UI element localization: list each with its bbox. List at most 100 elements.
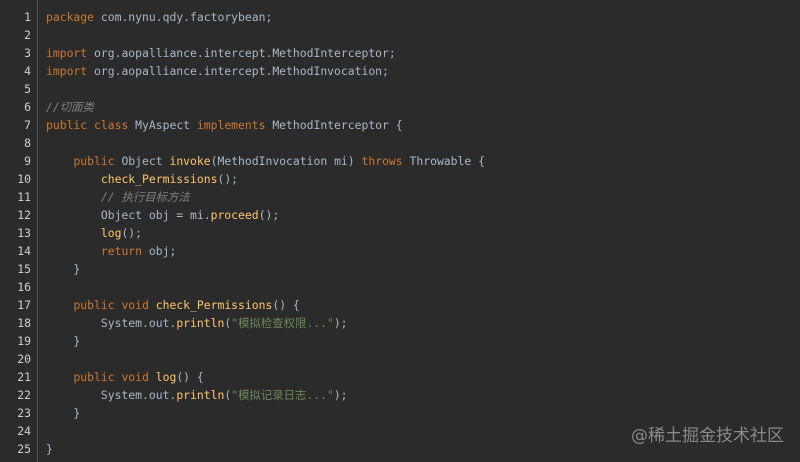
code-token: ); xyxy=(333,388,348,402)
line-number: 22 xyxy=(17,388,31,402)
code-token: (); xyxy=(258,208,280,222)
code-text: log(); xyxy=(46,224,142,242)
code-line[interactable]: 14 return obj; xyxy=(0,242,800,260)
code-text: check_Permissions(); xyxy=(46,170,238,188)
code-editor[interactable]: 1 package com.nynu.qdy.factorybean; 2 3 impo… xyxy=(0,0,800,462)
code-token: () { xyxy=(272,298,300,312)
line-number: 11 xyxy=(17,190,31,204)
code-area[interactable]: 1 package com.nynu.qdy.factorybean; 2 3 impo… xyxy=(0,8,800,458)
code-token: Throwable { xyxy=(402,154,485,168)
code-line[interactable]: 17 public void check_Permissions() { xyxy=(0,296,800,314)
code-text: // 执行目标方法 xyxy=(46,188,190,206)
code-token: "模拟检查权限..." xyxy=(231,316,334,330)
code-line[interactable]: 10 check_Permissions(); xyxy=(0,170,800,188)
code-line[interactable]: 11 // 执行目标方法 xyxy=(0,188,800,206)
code-line[interactable]: 23 } xyxy=(0,404,800,422)
code-text: } xyxy=(46,404,80,422)
code-token: System.out. xyxy=(46,388,177,402)
line-number: 21 xyxy=(17,370,31,384)
code-line[interactable]: 22 System.out.println("模拟记录日志..."); xyxy=(0,386,800,404)
code-token: public xyxy=(46,118,88,132)
code-token: } xyxy=(46,442,53,456)
code-text: return obj; xyxy=(46,242,176,260)
code-line[interactable]: 15 } xyxy=(0,260,800,278)
code-token: } xyxy=(46,262,81,276)
code-token: import xyxy=(46,64,88,78)
line-number: 12 xyxy=(17,208,31,222)
line-number: 5 xyxy=(24,82,31,96)
line-number: 9 xyxy=(24,154,31,168)
code-token: implements xyxy=(196,118,266,132)
code-line[interactable]: 12 Object obj = mi.proceed(); xyxy=(0,206,800,224)
code-text: public void check_Permissions() { xyxy=(46,296,300,314)
code-line[interactable]: 20 xyxy=(0,350,800,368)
code-token: package xyxy=(46,10,95,24)
line-number: 8 xyxy=(24,136,31,150)
code-token: com.nynu.qdy.factorybean; xyxy=(94,10,273,24)
code-line[interactable]: 2 xyxy=(0,26,800,44)
code-token: println xyxy=(176,388,225,402)
code-line[interactable]: 18 System.out.println("模拟检查权限..."); xyxy=(0,314,800,332)
code-token: // 执行目标方法 xyxy=(100,190,190,204)
code-line[interactable]: 4 import org.aopalliance.intercept.Method… xyxy=(0,62,800,80)
line-number: 6 xyxy=(24,100,31,114)
code-line[interactable]: 7 public class MyAspect implements Method… xyxy=(0,116,800,134)
code-token: "模拟记录日志..." xyxy=(231,388,334,402)
code-text: System.out.println("模拟记录日志..."); xyxy=(46,386,348,404)
code-line[interactable]: 1 package com.nynu.qdy.factorybean; xyxy=(0,8,800,26)
code-text: public Object invoke(MethodInvocation mi… xyxy=(46,152,485,170)
code-token: proceed xyxy=(210,208,259,222)
code-token: Object xyxy=(114,154,170,168)
code-token: void xyxy=(121,298,149,312)
code-text: import org.aopalliance.intercept.MethodI… xyxy=(46,44,396,62)
code-token: public xyxy=(73,370,115,384)
code-token: return xyxy=(100,244,143,258)
code-token: invoke xyxy=(169,154,211,168)
code-line[interactable]: 5 xyxy=(0,80,800,98)
code-token: (MethodInvocation mi) xyxy=(210,154,362,168)
code-token: (); xyxy=(121,226,143,240)
code-text: package com.nynu.qdy.factorybean; xyxy=(46,8,272,26)
line-number: 1 xyxy=(24,10,31,24)
code-line[interactable]: 8 xyxy=(0,134,800,152)
code-token: throws xyxy=(361,154,403,168)
code-line[interactable]: 21 public void log() { xyxy=(0,368,800,386)
code-line[interactable]: 13 log(); xyxy=(0,224,800,242)
line-number: 10 xyxy=(17,172,31,186)
code-token: Object obj = mi. xyxy=(46,208,211,222)
code-line[interactable]: 6 //切面类 xyxy=(0,98,800,116)
line-number: 4 xyxy=(24,64,31,78)
code-token: org.aopalliance.intercept.MethodIntercep… xyxy=(87,46,396,60)
code-token: import xyxy=(46,46,88,60)
code-line[interactable]: 9 public Object invoke(MethodInvocation … xyxy=(0,152,800,170)
code-token: check_Permissions xyxy=(155,298,273,312)
code-text: public class MyAspect implements MethodI… xyxy=(46,116,403,134)
code-token: ); xyxy=(333,316,348,330)
line-number: 18 xyxy=(17,316,31,330)
line-number: 2 xyxy=(24,28,31,42)
code-line[interactable]: 16 xyxy=(0,278,800,296)
code-token: () { xyxy=(176,370,204,384)
line-number: 14 xyxy=(17,244,31,258)
code-token: } xyxy=(46,334,81,348)
code-token: //切面类 xyxy=(46,100,94,114)
code-token: (); xyxy=(217,172,239,186)
code-token: println xyxy=(176,316,225,330)
code-line[interactable]: 19 } xyxy=(0,332,800,350)
watermark: @稀土掘金技术社区 xyxy=(631,426,784,446)
line-number: 20 xyxy=(17,352,31,366)
code-line[interactable]: 3 import org.aopalliance.intercept.Method… xyxy=(0,44,800,62)
code-token: MethodInterceptor { xyxy=(265,118,403,132)
line-number: 23 xyxy=(17,406,31,420)
line-number: 25 xyxy=(17,442,31,456)
code-token: void xyxy=(121,370,149,384)
line-number: 3 xyxy=(24,46,31,60)
